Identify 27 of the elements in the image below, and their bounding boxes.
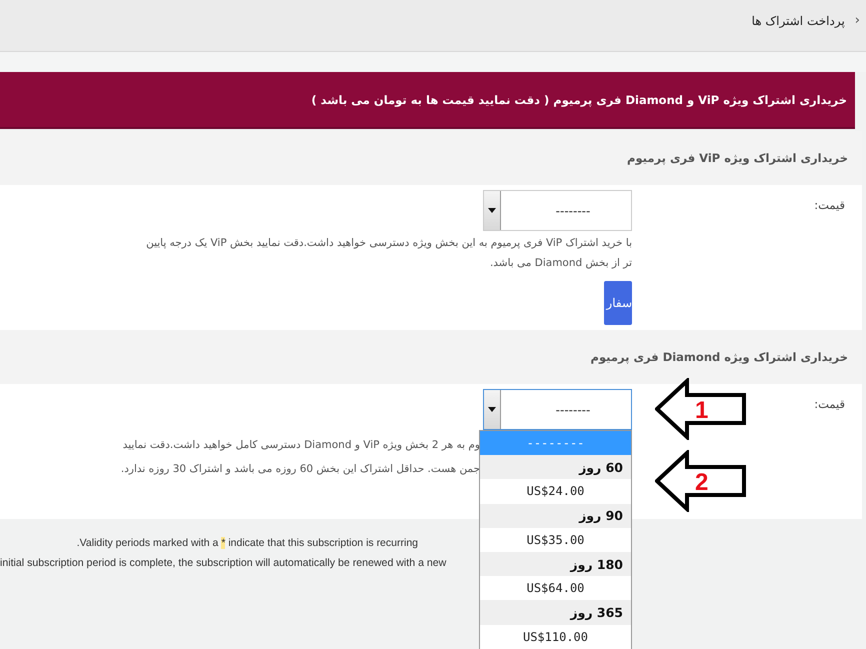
panel-title: خریداری اشتراک ویژه Diamond فری پرمیوم xyxy=(590,350,848,364)
dropdown-option[interactable]: US$64.00 xyxy=(480,576,631,600)
footnote-text: .Validity periods marked with a * indicate that this subscription is recurring xyxy=(76,536,418,551)
arrow-annotation: 1 xyxy=(655,378,747,440)
option-group: 365 روز xyxy=(480,600,631,624)
option-group: 180 روز xyxy=(480,552,631,576)
description-line: جمن هست. حداقل اشتراک این بخش 60 روزه می باشد و اشتراک 30 روزه ندارد. xyxy=(120,462,480,477)
price-label: قیمت: xyxy=(814,397,845,411)
option-group: 60 روز xyxy=(480,455,631,480)
arrow-annotation: 2 xyxy=(655,450,747,512)
price-select[interactable]: -------- xyxy=(483,389,632,430)
chevron-icon[interactable]: ‹ xyxy=(854,13,860,28)
order-button[interactable]: سفار xyxy=(604,281,632,325)
dropdown-option[interactable]: US$35.00 xyxy=(480,528,631,552)
price-label: قیمت: xyxy=(814,198,845,212)
dropdown-option[interactable]: US$110.00 xyxy=(480,624,631,649)
panel-title: خریداری اشتراک ویژه ViP فری پرمیوم xyxy=(627,151,848,165)
caret-icon xyxy=(488,208,496,213)
dropdown-option[interactable]: US$24.00 xyxy=(480,479,631,504)
price-select[interactable]: -------- xyxy=(483,190,632,231)
caret-icon xyxy=(488,407,496,412)
description: با خرید اشتراک ViP فری پرمیوم به این بخش ویژه دسترسی خواهید داشت.دقت نمایید بخش ViP یک درجه پایین تر از بخش Diamond می باشد. xyxy=(145,236,632,271)
banner-text: خریداری اشتراک ویژه ViP و Diamond فری پرمیوم ( دقت نمایید قیمت ها به تومان می باشد ) xyxy=(311,92,847,106)
page-title: پرداخت اشتراک ها xyxy=(752,14,845,28)
description-line: وم به هر 2 بخش ویژه ViP و Diamond دسترسی کامل خواهید داشت.دقت نمایید xyxy=(122,438,480,453)
footnote-text: initial subscription period is complete, the subscription will automatically be renewed with a new xyxy=(0,556,448,571)
option-group: 90 روز xyxy=(480,504,631,528)
